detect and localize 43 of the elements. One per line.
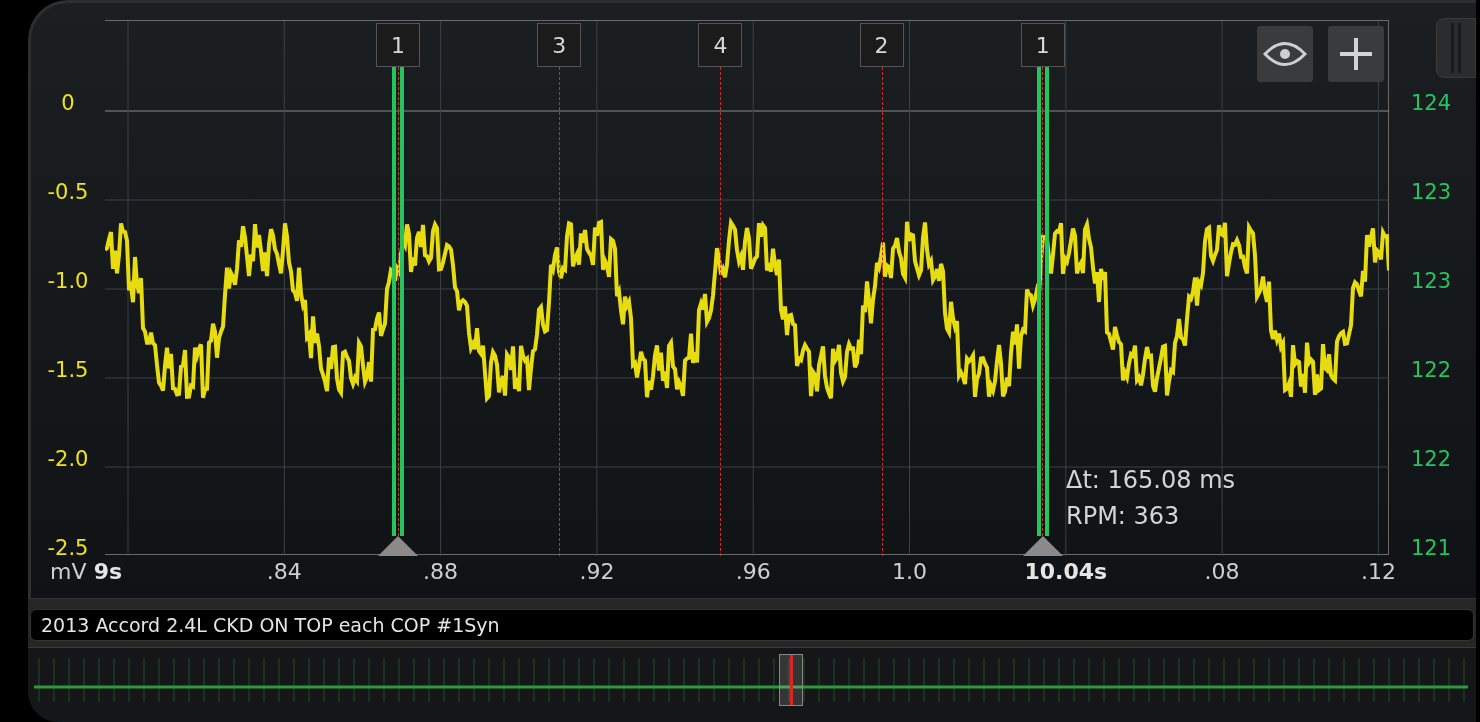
axis-label: 0 xyxy=(61,93,75,114)
cursor-handle-icon[interactable] xyxy=(1022,536,1063,556)
axis-label: .08 xyxy=(1204,561,1240,583)
overview-strip[interactable] xyxy=(28,647,1476,722)
cursor-line[interactable] xyxy=(392,67,404,536)
axis-label: 1.0 xyxy=(892,561,927,583)
axis-label: -1.5 xyxy=(47,360,89,381)
axis-label: 124 xyxy=(1410,93,1452,114)
overview-viewport-handle[interactable] xyxy=(779,654,803,706)
axis-label: 121 xyxy=(1410,538,1452,559)
recording-title: 2013 Accord 2.4L CKD ON TOP each COP #1Syn xyxy=(41,615,500,635)
marker-label[interactable]: 4 xyxy=(698,23,743,67)
axis-label: 123 xyxy=(1410,271,1452,292)
readout-text: Δt: 165.08 ms xyxy=(1066,468,1236,492)
marker-label[interactable]: 1 xyxy=(1020,23,1065,67)
unit-label: mV xyxy=(50,561,87,583)
axis-label: -2.5 xyxy=(47,538,89,559)
recording-title-field[interactable]: 2013 Accord 2.4L CKD ON TOP each COP #1Syn xyxy=(30,609,1474,641)
axis-label: 10.04s xyxy=(1024,561,1108,583)
plot-area[interactable]: 1 3 4 2 1 Δt: 165.08 ms RPM: 363 xyxy=(105,20,1389,555)
axis-label: 123 xyxy=(1410,182,1452,203)
marker-label[interactable]: 3 xyxy=(537,23,582,67)
cursor-line[interactable] xyxy=(1036,67,1049,536)
cursor-handle-icon[interactable] xyxy=(378,536,418,556)
marker-label[interactable]: 1 xyxy=(376,23,420,67)
axis-label: -2.0 xyxy=(47,449,89,470)
eye-icon xyxy=(1263,41,1307,67)
add-button[interactable] xyxy=(1328,26,1384,82)
plus-icon xyxy=(1339,37,1373,71)
visibility-button[interactable] xyxy=(1257,26,1313,82)
panel-grip-icon[interactable] xyxy=(1436,18,1476,78)
axis-label: .84 xyxy=(266,561,302,583)
axis-label: 122 xyxy=(1410,360,1452,381)
readout-text: RPM: 363 xyxy=(1066,504,1181,528)
axis-label: .88 xyxy=(423,561,459,583)
axis-label: -1.0 xyxy=(47,271,89,292)
axis-label: .92 xyxy=(579,561,615,583)
axis-label: 9s xyxy=(93,561,123,583)
axis-label: .96 xyxy=(735,561,771,583)
axis-label: 122 xyxy=(1410,449,1452,470)
marker-label[interactable]: 2 xyxy=(859,23,904,67)
axis-label: .12 xyxy=(1360,561,1396,583)
axis-label: -0.5 xyxy=(47,182,89,203)
